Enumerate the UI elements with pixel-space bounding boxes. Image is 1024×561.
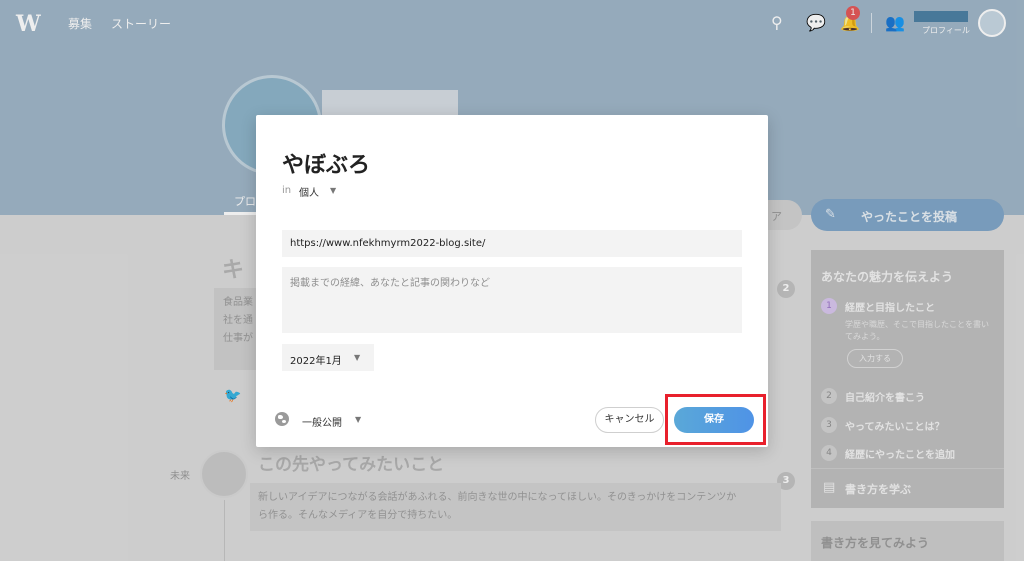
url-input[interactable]	[282, 230, 742, 257]
chevron-down-icon[interactable]: ▼	[330, 186, 336, 195]
visibility-select[interactable]: 一般公開	[302, 414, 342, 429]
description-textarea[interactable]	[282, 267, 742, 333]
modal-title: やぼぶろ	[282, 153, 371, 178]
organization-select[interactable]: 個人	[299, 184, 319, 199]
cancel-button[interactable]: キャンセル	[595, 407, 664, 433]
date-select[interactable]: 2022年1月 ▼	[282, 344, 374, 371]
date-value: 2022年1月	[290, 356, 342, 367]
save-highlight-annotation	[665, 394, 766, 445]
in-label: in	[282, 185, 292, 196]
chevron-down-icon[interactable]: ▼	[355, 415, 361, 424]
chevron-down-icon: ▼	[354, 353, 361, 362]
globe-icon	[275, 412, 289, 426]
